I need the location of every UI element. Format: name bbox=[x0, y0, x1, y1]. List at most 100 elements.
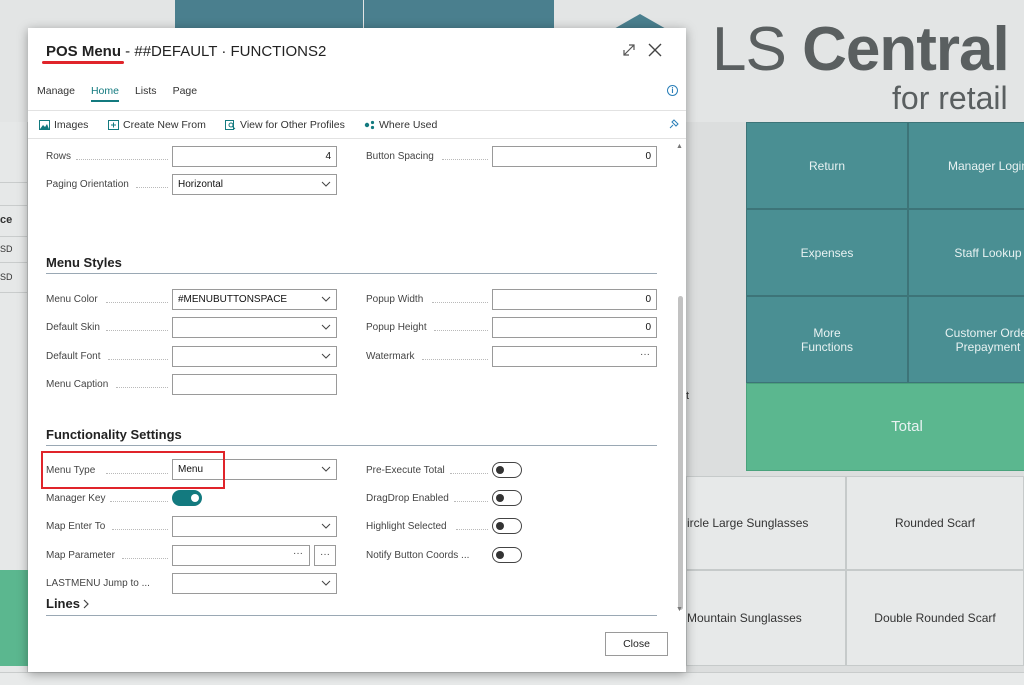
dialog-title: POS Menu - ##DEFAULT · FUNCTIONS2 bbox=[46, 43, 327, 60]
where-used-icon bbox=[364, 120, 375, 130]
manager-key-highlight bbox=[41, 451, 225, 489]
popup-height-label: Popup Height bbox=[366, 322, 427, 333]
highlight-selected-label: Highlight Selected bbox=[366, 521, 447, 532]
close-button[interactable]: Close bbox=[605, 632, 668, 656]
map-enter-to-label: Map Enter To bbox=[46, 521, 106, 532]
leader-dots bbox=[456, 529, 488, 530]
view-other-profiles-button[interactable]: View for Other Profiles bbox=[225, 119, 345, 131]
divider bbox=[0, 236, 28, 237]
chevron-down-icon bbox=[321, 324, 331, 330]
toggle-knob bbox=[496, 466, 504, 474]
menu-color-label: Menu Color bbox=[46, 294, 98, 305]
pre-execute-total-toggle[interactable] bbox=[492, 462, 522, 478]
pin-icon[interactable] bbox=[668, 118, 680, 130]
ellipsis-icon[interactable]: ··· bbox=[640, 349, 650, 360]
map-parameter-input[interactable]: ··· bbox=[172, 545, 310, 566]
item-tile[interactable]: Double Rounded Scarf bbox=[846, 570, 1024, 666]
status-bar bbox=[0, 672, 1024, 685]
brand-subtitle: for retail bbox=[892, 80, 1008, 116]
menu-color-select[interactable]: #MENUBUTTONSPACE bbox=[172, 289, 337, 310]
item-tile[interactable]: Rounded Scarf bbox=[846, 476, 1024, 570]
watermark-label: Watermark bbox=[366, 351, 415, 362]
popup-height-input[interactable]: 0 bbox=[492, 317, 657, 338]
close-icon[interactable] bbox=[647, 42, 663, 58]
dragdrop-enabled-label: DragDrop Enabled bbox=[366, 493, 449, 504]
paging-orientation-select[interactable]: Horizontal bbox=[172, 174, 337, 195]
tile-customer-order-prepayment[interactable]: Customer Order Prepayment bbox=[908, 296, 1024, 383]
section-divider bbox=[46, 273, 657, 274]
leader-dots bbox=[106, 302, 168, 303]
toggle-knob bbox=[496, 494, 504, 502]
where-used-button[interactable]: Where Used bbox=[364, 119, 437, 131]
item-tile[interactable]: Mountain Sunglasses bbox=[686, 570, 846, 666]
toggle-knob bbox=[191, 494, 199, 502]
leader-dots bbox=[106, 330, 168, 331]
default-skin-label: Default Skin bbox=[46, 322, 100, 333]
divider bbox=[0, 292, 28, 293]
leader-dots bbox=[442, 159, 488, 160]
brand-logo-text: LS Central bbox=[712, 15, 1010, 84]
button-spacing-input[interactable]: 0 bbox=[492, 146, 657, 167]
tile-total[interactable]: Total bbox=[746, 383, 1024, 471]
toggle-knob bbox=[496, 551, 504, 559]
manager-key-toggle[interactable] bbox=[172, 490, 202, 506]
notify-button-coords-label: Notify Button Coords ... bbox=[366, 550, 470, 561]
default-font-select[interactable] bbox=[172, 346, 337, 367]
expand-icon[interactable] bbox=[621, 42, 637, 58]
search-icon bbox=[225, 120, 236, 130]
item-tile[interactable]: ircle Large Sunglasses bbox=[686, 476, 846, 570]
leader-dots bbox=[110, 501, 168, 502]
leader-dots bbox=[432, 302, 488, 303]
manager-key-label: Manager Key bbox=[46, 493, 106, 504]
divider bbox=[0, 182, 28, 183]
lastmenu-jump-select[interactable] bbox=[172, 573, 337, 594]
leader-dots bbox=[76, 159, 168, 160]
chevron-down-icon bbox=[321, 523, 331, 529]
left-header-text: ce bbox=[0, 214, 13, 226]
menu-caption-input[interactable] bbox=[172, 374, 337, 395]
pre-execute-total-label: Pre-Execute Total bbox=[366, 465, 445, 476]
scroll-up-arrow[interactable]: ▲ bbox=[676, 143, 683, 150]
dialog-footer: Close bbox=[28, 619, 686, 672]
create-new-from-button[interactable]: Create New From bbox=[108, 119, 206, 131]
paging-orientation-label: Paging Orientation bbox=[46, 179, 129, 190]
background-text: t bbox=[686, 390, 690, 402]
notify-button-coords-toggle[interactable] bbox=[492, 547, 522, 563]
default-skin-select[interactable] bbox=[172, 317, 337, 338]
tab-manage[interactable]: Manage bbox=[37, 85, 75, 102]
ellipsis-icon[interactable]: ··· bbox=[293, 548, 303, 559]
images-button[interactable]: Images bbox=[39, 119, 88, 131]
divider bbox=[0, 262, 28, 263]
left-green-block bbox=[0, 570, 28, 666]
tab-page[interactable]: Page bbox=[173, 85, 198, 102]
leader-dots bbox=[136, 187, 168, 188]
scrollbar-thumb[interactable] bbox=[678, 296, 683, 610]
tile-manager-login[interactable]: Manager Login bbox=[908, 122, 1024, 209]
info-icon[interactable]: i bbox=[667, 85, 678, 96]
scroll-down-arrow[interactable]: ▼ bbox=[676, 606, 683, 613]
button-spacing-label: Button Spacing bbox=[366, 151, 434, 162]
lines-label: Lines bbox=[46, 596, 80, 611]
tile-expenses[interactable]: Expenses bbox=[746, 209, 908, 296]
rows-input[interactable]: 4 bbox=[172, 146, 337, 167]
tab-home[interactable]: Home bbox=[90, 85, 119, 102]
leader-dots bbox=[422, 359, 488, 360]
dragdrop-enabled-toggle[interactable] bbox=[492, 490, 522, 506]
map-parameter-lookup-button[interactable]: ··· bbox=[314, 545, 336, 566]
chevron-down-icon bbox=[321, 580, 331, 586]
paging-orientation-value: Horizontal bbox=[178, 179, 224, 190]
map-enter-to-select[interactable] bbox=[172, 516, 337, 537]
menu-styles-heading: Menu Styles bbox=[46, 255, 122, 270]
highlight-selected-toggle[interactable] bbox=[492, 518, 522, 534]
images-label: Images bbox=[54, 119, 89, 131]
tile-staff-lookup[interactable]: Staff Lookup bbox=[908, 209, 1024, 296]
watermark-input[interactable]: ··· bbox=[492, 346, 657, 367]
tile-return[interactable]: Return bbox=[746, 122, 908, 209]
divider bbox=[0, 205, 28, 206]
rows-label: Rows bbox=[46, 151, 72, 162]
tile-more-functions[interactable]: More Functions bbox=[746, 296, 908, 383]
popup-width-input[interactable]: 0 bbox=[492, 289, 657, 310]
chevron-down-icon bbox=[321, 296, 331, 302]
tab-lists[interactable]: Lists bbox=[135, 85, 157, 102]
lines-heading[interactable]: Lines bbox=[46, 596, 90, 611]
